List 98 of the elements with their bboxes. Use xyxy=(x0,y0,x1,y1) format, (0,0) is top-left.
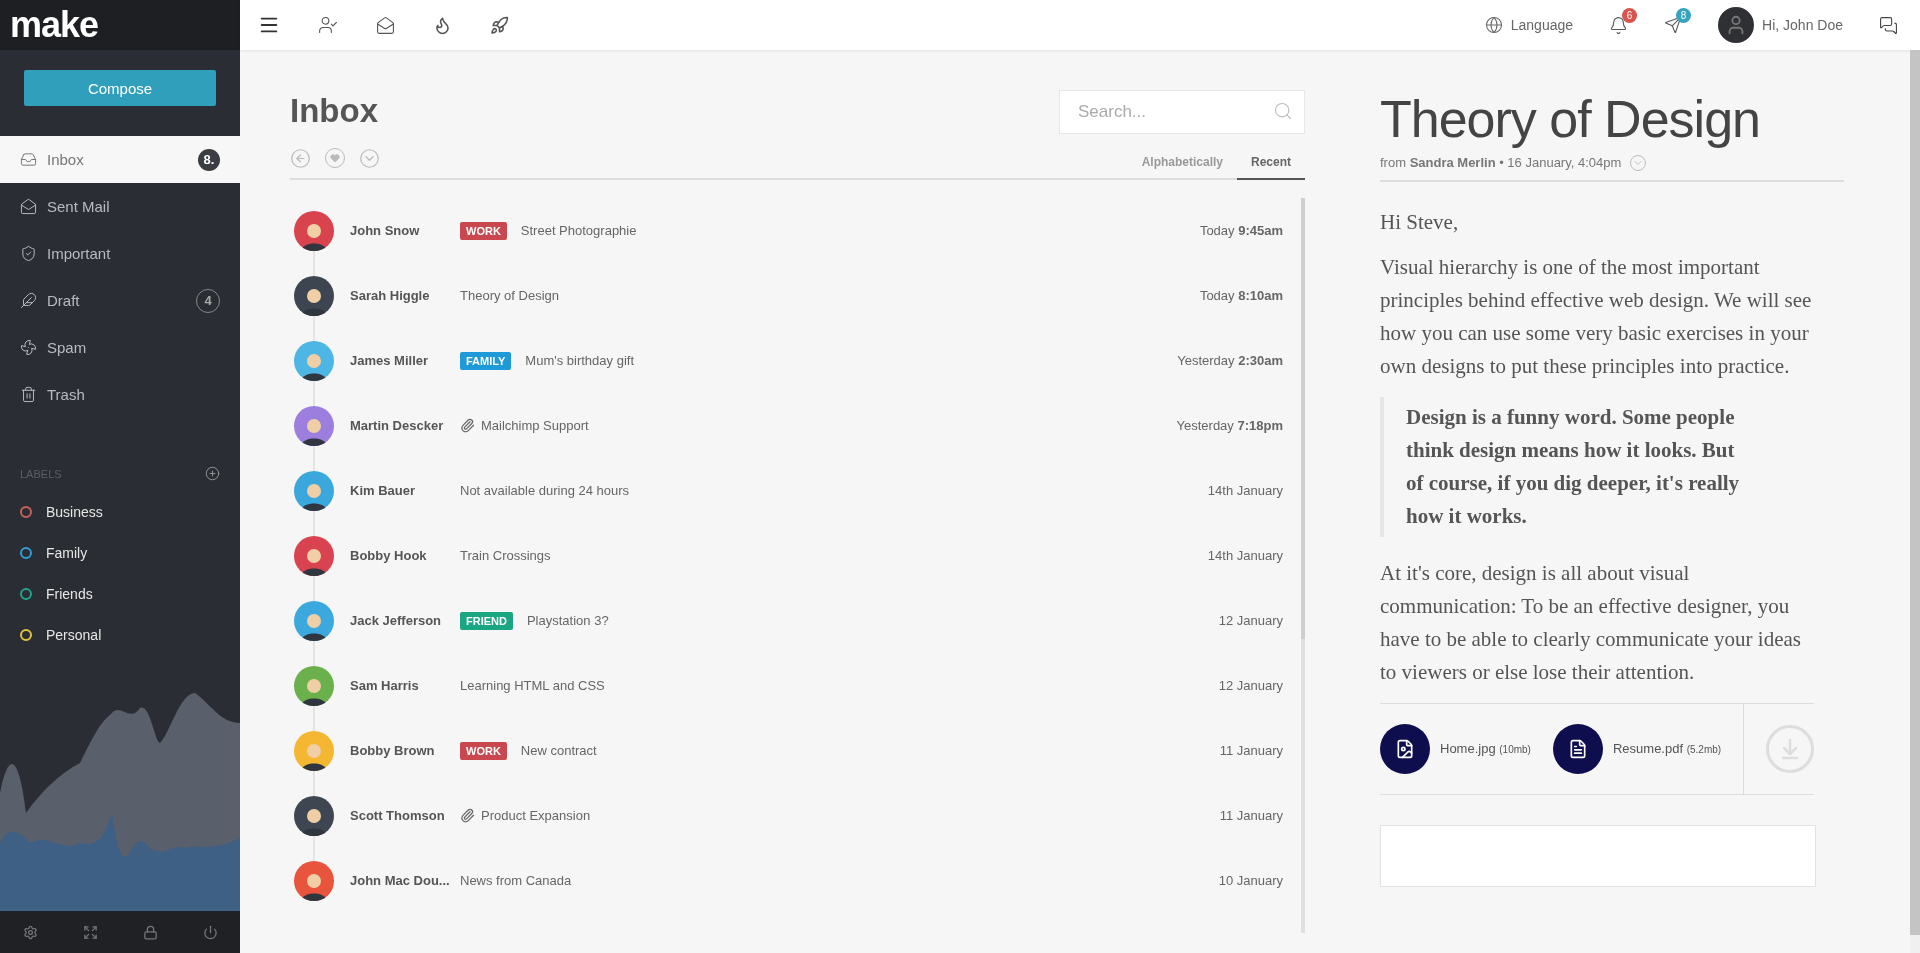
nav-icon xyxy=(20,198,37,215)
nav-icon xyxy=(20,386,37,403)
tag-label: WORK xyxy=(460,741,507,760)
message-subject: Learning HTML and CSS xyxy=(460,678,605,693)
globe-icon xyxy=(1484,16,1503,34)
message-date: Yesterday 7:18pm xyxy=(1176,418,1283,433)
bell-icon[interactable] xyxy=(1609,15,1629,35)
sender-name: Jack Jefferson xyxy=(350,613,443,628)
nav-item[interactable]: Sent Mail xyxy=(0,183,240,230)
message-row[interactable]: Scott Thomson Product Expansion 11 January xyxy=(290,783,1301,848)
settings-icon[interactable] xyxy=(22,924,38,940)
message-subject: Mailchimp Support xyxy=(481,418,589,433)
message-row[interactable]: Jack Jefferson FRIEND Playstation 3? 12 January xyxy=(290,588,1301,653)
nav-item[interactable]: Draft 4 xyxy=(0,277,240,324)
sender-name: Scott Thomson xyxy=(350,808,446,823)
email-meta: from Sandra Merlin • 16 January, 4:04pm xyxy=(1380,155,1622,171)
label-item[interactable]: Friends xyxy=(46,585,93,602)
nav-icon xyxy=(20,292,37,309)
logo: make xyxy=(10,7,99,43)
message-subject: Street Photographie xyxy=(520,223,637,238)
file-icon xyxy=(1380,723,1430,774)
lock-icon[interactable] xyxy=(142,924,158,940)
message-date: 11 January xyxy=(1219,808,1283,823)
message-badge: 8 xyxy=(1676,8,1692,23)
message-row[interactable]: Bobby Brown WORK New contract 11 January xyxy=(290,718,1301,783)
message-row[interactable]: Martin Descker Mailchimp Support Yesterday 7:18pm xyxy=(290,393,1301,458)
tag-label: FRIEND xyxy=(460,611,513,630)
message-date: 11 January xyxy=(1219,743,1283,758)
body-paragraph: Hi Steve, xyxy=(1380,208,1460,236)
body-paragraph: At it's core, design is all about visual communication: To be an effective designer, you have to be able to clearly communicate your ideas to viewers or else lose their attention. xyxy=(1380,559,1802,686)
message-date: 12 January xyxy=(1218,613,1283,628)
power-icon[interactable] xyxy=(202,924,218,940)
label-item[interactable]: Personal xyxy=(46,626,102,643)
search-icon xyxy=(1273,101,1293,121)
message-subject: Train Crossings xyxy=(460,548,551,563)
chat-icon[interactable] xyxy=(1879,15,1898,35)
message-subject: Not available during 24 hours xyxy=(460,483,630,498)
label-item[interactable]: Business xyxy=(46,503,103,520)
message-date: Today 8:10am xyxy=(1199,288,1283,303)
add-icon[interactable] xyxy=(205,466,220,481)
email-title: Theory of Design xyxy=(1380,89,1761,150)
nav-icon xyxy=(20,339,37,356)
message-date: Today 9:45am xyxy=(1199,223,1283,238)
message-subject: News from Canada xyxy=(460,873,572,888)
page-scrollbar[interactable] xyxy=(1910,50,1920,953)
sender-name: Sarah Higgle xyxy=(350,288,431,303)
body-paragraph: Visual hierarchy is one of the most important principles behind effective web design. We will see how you can use some very basic exercises in your own designs to put these principles into practice. xyxy=(1380,253,1813,380)
sender-name: John Snow xyxy=(350,223,421,238)
nav-item[interactable]: Inbox 8. xyxy=(0,136,240,183)
message-row[interactable]: John Snow WORK Street Photographie Today 9:45am xyxy=(290,198,1301,263)
nav-item[interactable]: Spam xyxy=(0,324,240,371)
avatar-placeholder xyxy=(1718,7,1755,43)
nav-item[interactable]: Important xyxy=(0,230,240,277)
sender-name: Bobby Brown xyxy=(350,743,436,758)
message-subject: Playstation 3? xyxy=(526,613,609,628)
search-field[interactable]: Search... xyxy=(1059,90,1305,134)
message-date: 10 January xyxy=(1218,873,1283,888)
sender-name: Martin Descker xyxy=(350,418,445,433)
attachment-link[interactable]: Resume.pdf (5.2mb) xyxy=(1552,723,1722,774)
fullscreen-icon[interactable] xyxy=(82,924,98,940)
nav-item[interactable]: Trash xyxy=(0,371,240,418)
nav-icon xyxy=(20,151,37,168)
notification-badge: 6 xyxy=(1622,7,1638,23)
message-date: 14th January xyxy=(1207,483,1283,498)
sender-name: Bobby Hook xyxy=(350,548,428,563)
user-menu[interactable]: Hi, John Doe xyxy=(1718,7,1843,43)
sort-tab[interactable]: Recent xyxy=(1237,149,1305,180)
message-row[interactable]: Sarah Higgle Theory of Design Today 8:10am xyxy=(290,263,1301,328)
flame-icon[interactable] xyxy=(433,15,452,35)
sender-name: Kim Bauer xyxy=(350,483,417,498)
message-date: 14th January xyxy=(1207,548,1283,563)
language-link[interactable]: Language xyxy=(1484,16,1574,34)
message-subject: Mum's birthday gift xyxy=(525,353,634,368)
sender-name: James Miller xyxy=(350,353,430,368)
message-subject: Theory of Design xyxy=(460,288,559,303)
message-subject: Product Expansion xyxy=(481,808,591,823)
inbox-title: Inbox xyxy=(290,92,378,130)
message-date: 12 January xyxy=(1218,678,1283,693)
nav-icon xyxy=(20,245,37,262)
envelope-icon[interactable] xyxy=(376,15,395,35)
attachment-link[interactable]: Home.jpg (10mb) xyxy=(1380,723,1531,774)
message-row[interactable]: Sam Harris Learning HTML and CSS 12 January xyxy=(290,653,1301,718)
scrollbar[interactable] xyxy=(1301,198,1305,933)
message-subject: New contract xyxy=(520,743,597,758)
message-row[interactable]: Kim Bauer Not available during 24 hours 14th January xyxy=(290,458,1301,523)
message-row[interactable]: James Miller FAMILY Mum's birthday gift Yesterday 2:30am xyxy=(290,328,1301,393)
message-row[interactable]: Bobby Hook Train Crossings 14th January xyxy=(290,523,1301,588)
label-item[interactable]: Family xyxy=(46,544,88,561)
sender-name: Sam Harris xyxy=(350,678,420,693)
tag-label: FAMILY xyxy=(460,351,512,370)
rocket-icon[interactable] xyxy=(490,15,509,35)
user-icon[interactable] xyxy=(318,15,338,35)
sender-name: John Mac Dou... xyxy=(350,873,451,888)
count-badge: 8. xyxy=(198,148,220,171)
message-row[interactable]: John Mac Dou... News from Canada 10 January xyxy=(290,848,1301,913)
quote-text: Design is a funny word. Some people think design means how it looks. But of course, if you dig deeper, it's really how it works. xyxy=(1380,396,1756,537)
tag-label: WORK xyxy=(460,221,507,240)
message-date: Yesterday 2:30am xyxy=(1177,353,1283,368)
